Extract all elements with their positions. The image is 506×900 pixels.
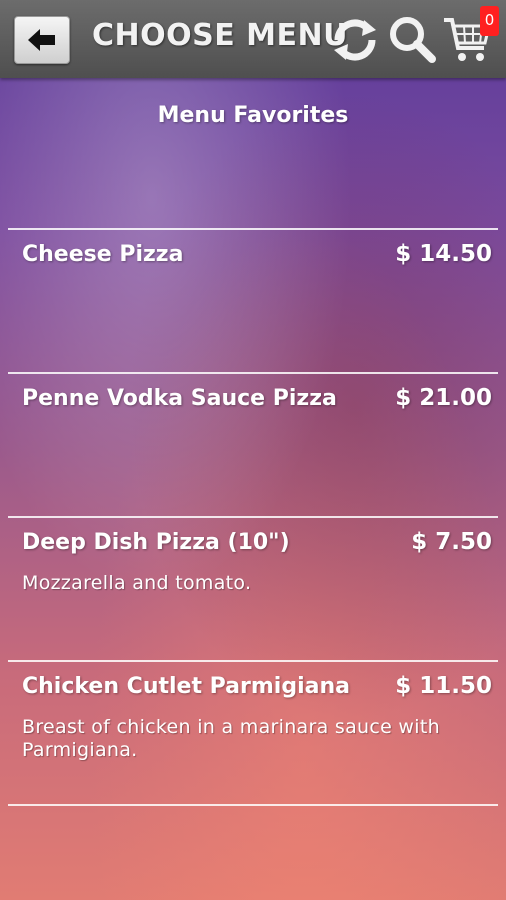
menu-item-chicken-cutlet-parmigiana[interactable]: Chicken Cutlet Parmigiana $ 11.50 Breast… — [0, 662, 506, 804]
search-icon[interactable] — [388, 15, 436, 63]
item-name: Chicken Cutlet Parmigiana — [22, 674, 350, 699]
top-bar: CHOOSE MENU 0 — [0, 0, 506, 78]
item-name: Deep Dish Pizza (10") — [22, 530, 290, 555]
item-price: $ 7.50 — [411, 529, 492, 555]
item-price: $ 21.00 — [395, 385, 492, 411]
item-name: Penne Vodka Sauce Pizza — [22, 386, 337, 411]
item-name: Cheese Pizza — [22, 242, 184, 267]
back-button[interactable] — [14, 16, 70, 64]
page-title: CHOOSE MENU — [92, 18, 348, 53]
item-price: $ 14.50 — [395, 241, 492, 267]
refresh-icon[interactable] — [330, 18, 380, 62]
section-title: Menu Favorites — [157, 103, 349, 128]
menu-item-penne-vodka-sauce-pizza[interactable]: Penne Vodka Sauce Pizza $ 21.00 — [0, 374, 506, 516]
back-arrow-icon — [28, 29, 55, 51]
item-description: Breast of chicken in a marinara sauce wi… — [22, 716, 440, 761]
cart-count-badge: 0 — [480, 6, 499, 36]
item-description: Mozzarella and tomato. — [22, 572, 252, 594]
menu-item-deep-dish-pizza[interactable]: Deep Dish Pizza (10") $ 7.50 Mozzarella … — [0, 518, 506, 660]
menu-item-cheese-pizza[interactable]: Cheese Pizza $ 14.50 — [0, 230, 506, 372]
divider — [8, 804, 498, 806]
item-price: $ 11.50 — [395, 673, 492, 699]
